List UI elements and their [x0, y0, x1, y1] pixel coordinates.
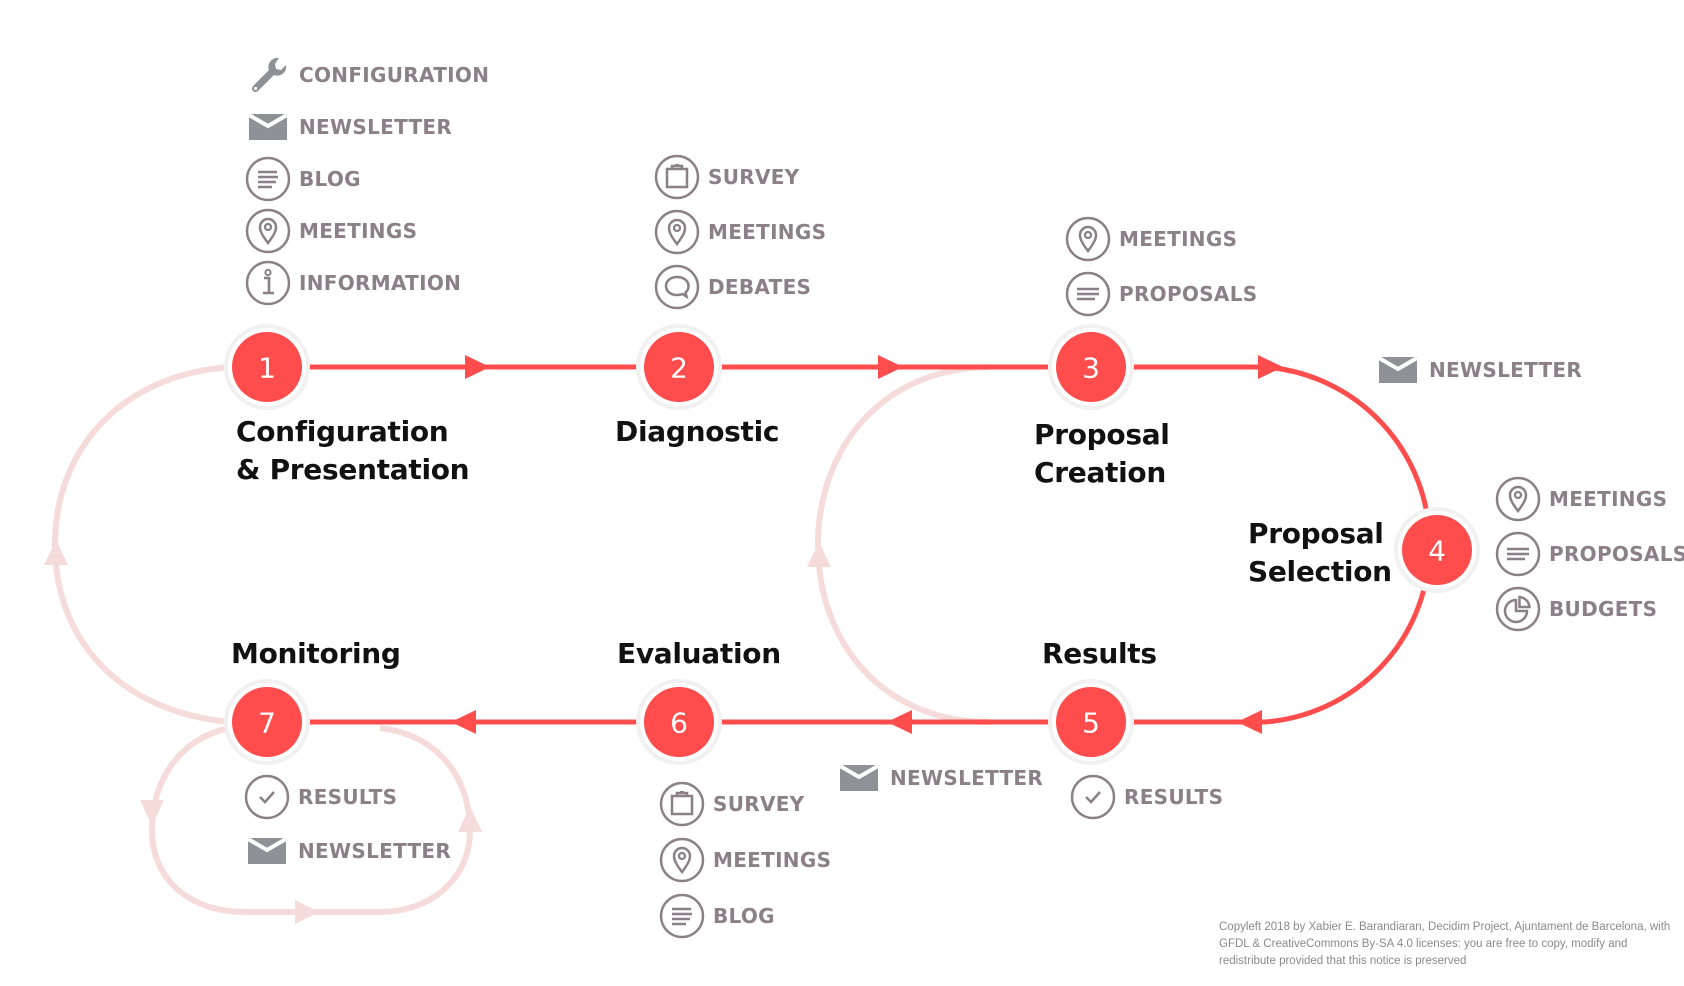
node-number: 2	[670, 352, 688, 385]
tool-label: RESULTS	[1124, 785, 1224, 809]
transition-tool-5-6-newsletter: NEWSLETTER	[836, 753, 1043, 803]
map-pin-icon	[1495, 476, 1541, 522]
clipboard-icon	[659, 781, 705, 827]
tool-item-newsletter: NEWSLETTER	[245, 102, 452, 152]
tool-item-blog: BLOG	[245, 154, 361, 204]
node-number: 6	[670, 707, 688, 740]
pie-chart-icon	[1495, 586, 1541, 632]
tool-item-meetings: MEETINGS	[1065, 214, 1237, 264]
node-number: 5	[1082, 707, 1100, 740]
stage-title-results: Results	[1042, 637, 1157, 670]
checkmark-icon	[1070, 774, 1116, 820]
stage-node-5: 5	[1048, 679, 1134, 765]
stage-title-diagnostic: Diagnostic	[615, 415, 780, 448]
tool-item-information: INFORMATION	[245, 258, 461, 308]
tool-item-debates: DEBATES	[654, 262, 811, 312]
tool-label: PROPOSALS	[1119, 282, 1258, 306]
envelope-icon	[1375, 347, 1421, 393]
tool-item-survey: SURVEY	[659, 779, 804, 829]
loop-results-to-proposal-creation	[814, 364, 991, 725]
stage-title-configuration: Configuration & Presentation	[236, 415, 470, 486]
map-pin-icon	[659, 837, 705, 883]
node-number: 1	[258, 352, 276, 385]
tool-item-configuration: CONFIGURATION	[245, 50, 489, 100]
tool-label: BUDGETS	[1549, 597, 1658, 621]
tool-label: NEWSLETTER	[299, 115, 453, 139]
map-pin-icon	[245, 208, 291, 254]
node-number: 3	[1082, 352, 1100, 385]
tool-label: NEWSLETTER	[890, 766, 1044, 790]
faded-loops	[51, 364, 991, 915]
proposals-icon	[1495, 531, 1541, 577]
stage-node-7: 7	[224, 679, 310, 765]
stage-title-proposal-selection: Proposal Selection	[1248, 517, 1392, 588]
tool-item-proposals: PROPOSALS	[1495, 529, 1684, 579]
loop-monitoring-to-configuration	[51, 364, 231, 725]
arrow-3-4	[1258, 355, 1283, 379]
clipboard-icon	[654, 154, 700, 200]
stage-title-monitoring: Monitoring	[231, 637, 401, 670]
stage-node-3: 3	[1048, 324, 1134, 410]
blog-icon	[245, 156, 291, 202]
transition-tool-3-4-newsletter: NEWSLETTER	[1375, 345, 1582, 395]
stage-title-evaluation: Evaluation	[617, 637, 781, 670]
tool-item-meetings: MEETINGS	[659, 835, 831, 885]
tool-item-blog: BLOG	[659, 891, 775, 941]
tool-label: MEETINGS	[1549, 487, 1668, 511]
tool-label: NEWSLETTER	[298, 839, 452, 863]
tool-label: NEWSLETTER	[1429, 358, 1583, 382]
tool-label: MEETINGS	[1119, 227, 1238, 251]
tool-item-results: RESULTS	[244, 772, 397, 822]
stage-node-1: 1	[224, 324, 310, 410]
tool-item-survey: SURVEY	[654, 152, 799, 202]
envelope-icon	[244, 828, 290, 874]
tool-label: INFORMATION	[299, 271, 462, 295]
tool-item-results: RESULTS	[1070, 772, 1223, 822]
stage-node-4: 4	[1394, 507, 1480, 593]
checkmark-icon	[244, 774, 290, 820]
tool-label: CONFIGURATION	[299, 63, 490, 87]
proposals-icon	[1065, 271, 1111, 317]
tool-label: DEBATES	[708, 275, 812, 299]
tool-item-meetings: MEETINGS	[654, 207, 826, 257]
tool-item-budgets: BUDGETS	[1495, 584, 1657, 634]
envelope-icon	[836, 755, 882, 801]
tool-label: BLOG	[299, 167, 361, 191]
faded-arrow-up-small-right	[458, 806, 482, 832]
faded-arrow-down-small-left	[140, 800, 164, 826]
arrow-4-5	[1237, 710, 1262, 734]
stage-node-6: 6	[636, 679, 722, 765]
tool-label: MEETINGS	[713, 848, 832, 872]
faded-arrow-right-small-bottom	[295, 900, 320, 924]
wrench-icon	[245, 52, 291, 98]
arrow-5-6	[887, 710, 912, 734]
arrow-1-2	[465, 355, 490, 379]
credits-notice: Copyleft 2018 by Xabier E. Barandiaran, …	[1219, 921, 1671, 967]
tool-label: MEETINGS	[708, 220, 827, 244]
node-number: 4	[1428, 535, 1446, 568]
tool-label: MEETINGS	[299, 219, 418, 243]
tool-label: RESULTS	[298, 785, 398, 809]
tool-label: SURVEY	[713, 792, 805, 816]
map-pin-icon	[654, 209, 700, 255]
arrow-6-7	[451, 710, 476, 734]
info-icon	[245, 260, 291, 306]
envelope-icon	[245, 104, 291, 150]
tool-label: SURVEY	[708, 165, 800, 189]
node-number: 7	[258, 707, 276, 740]
arrow-2-3	[878, 355, 903, 379]
tool-item-newsletter: NEWSLETTER	[244, 826, 451, 876]
blog-icon	[659, 893, 705, 939]
tool-label: PROPOSALS	[1549, 542, 1684, 566]
speech-bubble-icon	[654, 264, 700, 310]
faded-arrow-up-middle	[807, 542, 831, 567]
tool-item-meetings: MEETINGS	[1495, 474, 1667, 524]
tool-label: BLOG	[713, 904, 775, 928]
stage-node-2: 2	[636, 324, 722, 410]
map-pin-icon	[1065, 216, 1111, 262]
stage-title-proposal-creation: Proposal Creation	[1034, 418, 1170, 489]
tool-item-proposals: PROPOSALS	[1065, 269, 1257, 319]
faded-arrow-up-left	[44, 540, 68, 565]
tool-item-meetings: MEETINGS	[245, 206, 417, 256]
